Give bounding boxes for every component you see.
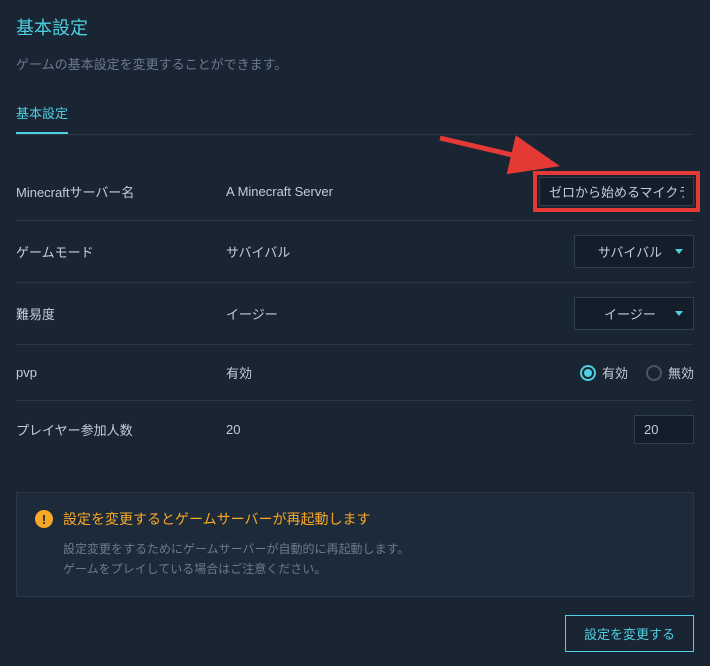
- value-pvp: 有効: [226, 363, 580, 382]
- row-player-count: プレイヤー参加人数 20: [16, 401, 694, 458]
- warning-body: 設定変更をするためにゲームサーバーが自動的に再起動します。 ゲームをプレイしてい…: [35, 539, 675, 580]
- chevron-down-icon: [675, 249, 683, 254]
- pvp-radio-enabled[interactable]: 有効: [580, 363, 628, 382]
- row-game-mode: ゲームモード サバイバル サバイバル: [16, 221, 694, 283]
- pvp-radio-group: 有効 無効: [580, 363, 694, 382]
- tab-basic-settings[interactable]: 基本設定: [16, 93, 68, 134]
- radio-circle-icon: [580, 365, 596, 381]
- value-player-count: 20: [226, 422, 634, 437]
- button-row: 設定を変更する: [16, 615, 694, 652]
- value-difficulty: イージー: [226, 304, 574, 323]
- tabs-bar: 基本設定: [16, 93, 694, 135]
- page-subtitle: ゲームの基本設定を変更することができます。: [16, 54, 694, 73]
- radio-label: 無効: [668, 363, 694, 382]
- label-game-mode: ゲームモード: [16, 242, 226, 261]
- row-pvp: pvp 有効 有効 無効: [16, 345, 694, 401]
- label-pvp: pvp: [16, 365, 226, 380]
- pvp-radio-disabled[interactable]: 無効: [646, 363, 694, 382]
- server-name-input[interactable]: [539, 177, 694, 206]
- label-difficulty: 難易度: [16, 304, 226, 323]
- player-count-input[interactable]: [634, 415, 694, 444]
- dropdown-text: サバイバル: [585, 242, 675, 261]
- row-difficulty: 難易度 イージー イージー: [16, 283, 694, 345]
- warning-icon: !: [35, 510, 53, 528]
- radio-label: 有効: [602, 363, 628, 382]
- warning-line-2: ゲームをプレイしている場合はご注意ください。: [63, 559, 675, 579]
- difficulty-dropdown[interactable]: イージー: [574, 297, 694, 330]
- page-title: 基本設定: [16, 14, 694, 40]
- label-player-count: プレイヤー参加人数: [16, 420, 226, 439]
- chevron-down-icon: [675, 311, 683, 316]
- label-server-name: Minecraftサーバー名: [16, 182, 226, 201]
- warning-line-1: 設定変更をするためにゲームサーバーが自動的に再起動します。: [63, 539, 675, 559]
- value-game-mode: サバイバル: [226, 242, 574, 261]
- warning-box: ! 設定を変更するとゲームサーバーが再起動します 設定変更をするためにゲームサー…: [16, 492, 694, 597]
- dropdown-text: イージー: [585, 304, 675, 323]
- game-mode-dropdown[interactable]: サバイバル: [574, 235, 694, 268]
- row-server-name: Minecraftサーバー名 A Minecraft Server: [16, 163, 694, 221]
- save-button[interactable]: 設定を変更する: [565, 615, 694, 652]
- settings-body: Minecraftサーバー名 A Minecraft Server ゲームモード…: [16, 163, 694, 458]
- highlight-box: [533, 171, 700, 212]
- warning-title: 設定を変更するとゲームサーバーが再起動します: [63, 509, 370, 529]
- value-server-name: A Minecraft Server: [226, 184, 539, 199]
- radio-circle-icon: [646, 365, 662, 381]
